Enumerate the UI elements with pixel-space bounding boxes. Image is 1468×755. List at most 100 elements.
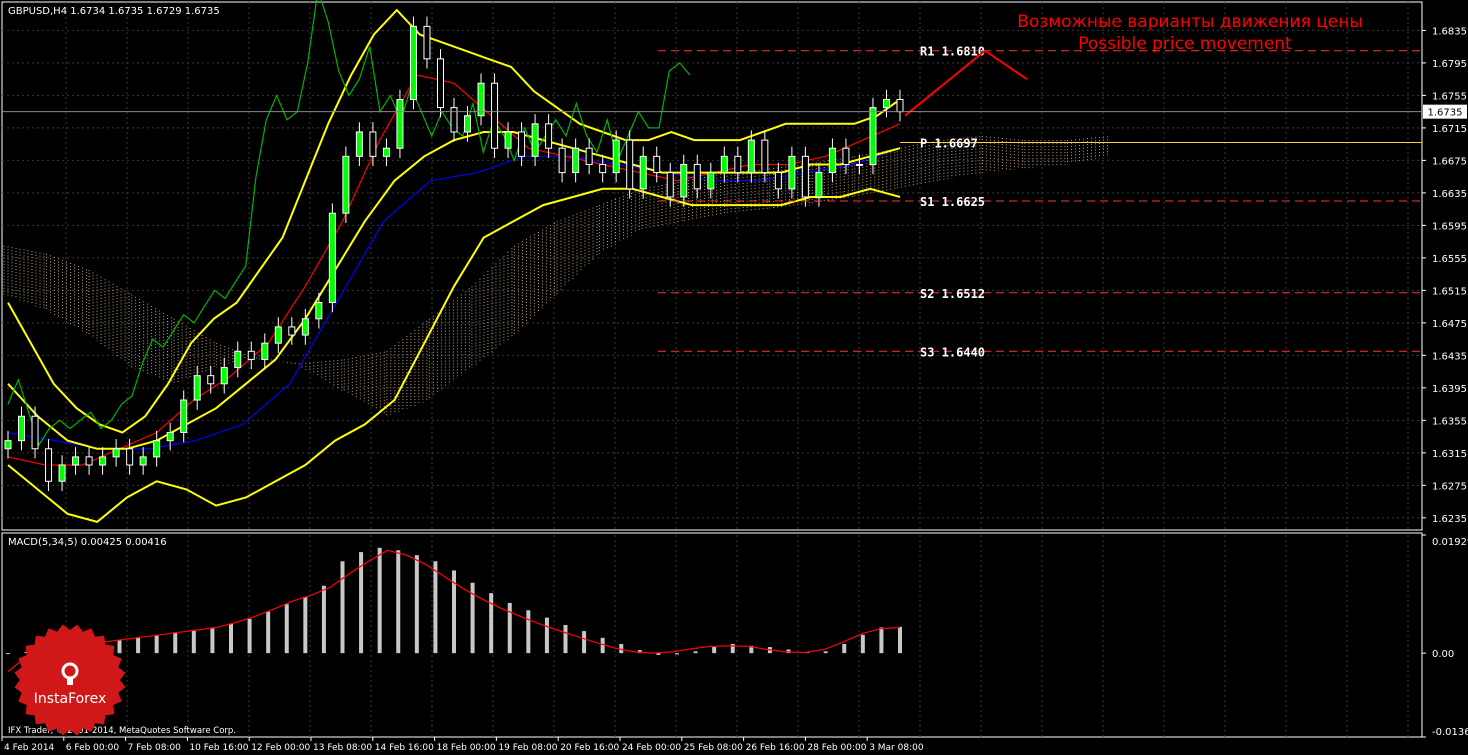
macd-bar <box>266 611 271 654</box>
candle-body <box>436 58 444 109</box>
x-tick-label: 13 Feb 08:00 <box>313 743 372 753</box>
candle-body <box>18 415 26 442</box>
macd-bar <box>898 626 902 654</box>
macd-bar <box>414 555 419 654</box>
candle-body <box>288 326 296 336</box>
candle-body <box>639 155 647 190</box>
candle-body <box>828 147 836 174</box>
candle-body <box>274 326 282 344</box>
macd-bar <box>842 643 847 654</box>
x-tick-label: 20 Feb 16:00 <box>560 743 619 753</box>
macd-bar <box>582 631 587 654</box>
y-tick-label: 1.6435 <box>1432 351 1467 362</box>
y-tick-label: 1.6315 <box>1432 449 1467 460</box>
y-tick-label: 1.6635 <box>1432 189 1467 200</box>
macd-bar <box>879 627 884 654</box>
x-tick-label: 10 Feb 16:00 <box>189 743 248 753</box>
candle-body <box>855 163 863 166</box>
watermark: IFX Trader, © 2001-2014, MetaQuotes Soft… <box>8 726 236 736</box>
kijun-line <box>7 147 901 450</box>
candle-body <box>193 375 201 401</box>
x-tick-label: 18 Feb 00:00 <box>437 743 496 753</box>
pivot-levels: R1 1.6810 P 1.6697 S1 1.6625 S2 1.6512 S3 1.… <box>658 45 1422 359</box>
indicator-lines <box>7 0 901 524</box>
chart-title-ru: Возможные варианты движения цены <box>1017 12 1363 32</box>
macd-bar <box>507 602 512 654</box>
chart-canvas: R1 1.6810 P 1.6697 S1 1.6625 S2 1.6512 S3 1.… <box>1 0 1468 753</box>
x-tick-label: 14 Feb 16:00 <box>375 743 434 753</box>
pivot-label-p: P 1.6697 <box>920 137 978 151</box>
candle-body <box>788 155 796 190</box>
candle-body <box>680 163 688 198</box>
macd-bar <box>563 624 568 654</box>
pivot-label-r1: R1 1.6810 <box>920 45 985 59</box>
candle-body <box>99 456 107 466</box>
x-tick-label: 28 Feb 00:00 <box>807 743 866 753</box>
bollinger-upper <box>7 8 901 434</box>
y-tick-label: 1.6715 <box>1432 124 1467 135</box>
candle-body <box>409 25 417 100</box>
candle-body <box>734 155 742 174</box>
macd-bar <box>396 550 401 654</box>
forecast-arrow <box>904 49 1028 117</box>
symbol-header: GBPUSD,H4 1.6734 1.6735 1.6729 1.6735 <box>8 6 220 17</box>
candle-body <box>382 147 390 157</box>
y-tick-label: 1.6755 <box>1432 91 1467 102</box>
macd-bar <box>6 653 10 655</box>
macd-bar <box>377 547 382 654</box>
candle-body <box>842 147 850 165</box>
macd-bar <box>693 651 698 654</box>
candle-body <box>626 139 634 190</box>
macd-bar <box>191 629 196 654</box>
candle-body <box>301 318 309 336</box>
x-tick-label: 7 Feb 08:00 <box>128 743 182 753</box>
candle-body <box>355 131 363 157</box>
candle-body <box>315 302 323 320</box>
candle-body <box>653 155 661 174</box>
macd-bar <box>544 617 549 654</box>
candle-body <box>166 432 174 442</box>
bollinger-lower <box>7 187 901 524</box>
candle-body <box>220 367 228 385</box>
candle-body <box>477 82 485 117</box>
candle-body <box>666 172 674 198</box>
macd-bar <box>321 585 326 654</box>
macd-header: MACD(5,34,5) 0.00425 0.00416 <box>8 537 167 548</box>
y-tick-label: 1.6595 <box>1432 221 1467 232</box>
y-tick-label: 1.6475 <box>1432 319 1467 330</box>
candle-body <box>207 375 215 385</box>
candle-body <box>112 448 120 458</box>
macd-bar <box>303 596 308 654</box>
candle-body <box>558 147 566 174</box>
pivot-label-s1: S1 1.6625 <box>920 195 985 209</box>
y-tick-label: 1.6355 <box>1432 416 1467 427</box>
candle-body <box>31 415 39 450</box>
candle-body <box>328 212 336 304</box>
candle-body <box>234 350 242 369</box>
candle-body <box>572 147 580 174</box>
macd-panel-frame <box>1 532 1423 738</box>
macd-bar <box>340 561 345 654</box>
logo-mark-stem-icon <box>67 677 73 685</box>
candle-body <box>45 448 53 482</box>
candle-body <box>180 399 188 434</box>
x-tick-label: 3 Mar 08:00 <box>869 743 924 753</box>
x-tick-label: 25 Feb 08:00 <box>684 743 743 753</box>
main-panel-frame <box>1 1 1423 531</box>
candle-body <box>815 172 823 198</box>
macd-bar <box>173 632 178 654</box>
macd-y-tick-label: -0.01369 <box>1432 727 1468 738</box>
current-price-label: 1.6735 <box>1428 108 1463 119</box>
candle-body <box>585 147 593 165</box>
macd-histogram <box>6 547 902 672</box>
macd-bar <box>675 653 679 655</box>
candle-body <box>58 464 66 482</box>
candle-body <box>139 456 147 466</box>
x-tick-label: 6 Feb 00:00 <box>66 743 120 753</box>
macd-bar <box>489 593 494 654</box>
macd-bar <box>526 610 531 654</box>
candle-body <box>504 131 512 149</box>
candle-body <box>801 155 809 198</box>
candle-body <box>464 115 472 133</box>
macd-bar <box>860 634 865 654</box>
